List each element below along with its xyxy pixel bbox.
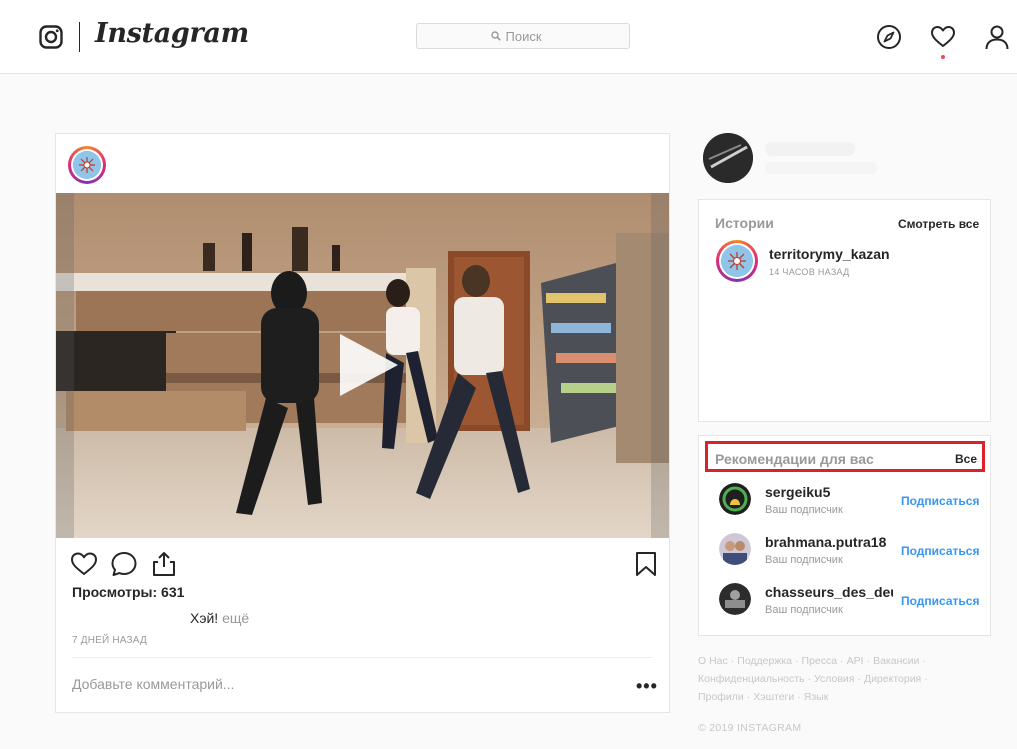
recommendation-username[interactable]: brahmana.putra18 (765, 534, 886, 550)
footer-link-language[interactable]: Язык (804, 691, 829, 703)
story-username[interactable]: territorymy_kazan (769, 246, 890, 262)
rec-avatar-image-3 (719, 583, 751, 615)
play-icon[interactable] (332, 330, 402, 400)
recommendation-subtitle: Ваш подписчик (765, 554, 843, 566)
footer-link-api[interactable]: API (847, 655, 864, 667)
follow-button[interactable]: Подписаться (901, 594, 979, 608)
post-author-avatar[interactable] (68, 146, 106, 184)
footer-link-hashtags[interactable]: Хэштеги (753, 691, 794, 703)
logo-divider (79, 22, 80, 52)
stories-title: Истории (715, 215, 774, 231)
recommendation-avatar[interactable] (719, 533, 751, 565)
person-icon[interactable] (984, 24, 1010, 50)
footer-separator: · (922, 655, 926, 667)
story-avatar-ring[interactable] (716, 240, 758, 282)
recommendations-all-link[interactable]: Все (955, 452, 977, 466)
follow-button[interactable]: Подписаться (901, 544, 979, 558)
blurred-username (765, 142, 855, 156)
bookmark-icon[interactable] (632, 550, 660, 578)
current-user-avatar[interactable] (703, 133, 753, 183)
footer-link-privacy[interactable]: Конфиденциальность (698, 673, 805, 685)
notification-dot (941, 55, 945, 59)
blurred-fullname (765, 162, 877, 174)
recommendations-card: Рекомендации для вас Все sergeiku5 Ваш п… (698, 435, 991, 636)
copyright: © 2019 INSTAGRAM (698, 722, 802, 734)
stories-card: Истории Смотреть все territorymy_kazan 1… (698, 199, 991, 422)
footer-link-jobs[interactable]: Вакансии (873, 655, 919, 667)
footer-link-support[interactable]: Поддержка (737, 655, 792, 667)
view-count[interactable]: Просмотры: 631 (72, 584, 184, 600)
post-timestamp[interactable]: 7 ДНЕЙ НАЗАД (72, 635, 147, 646)
caption-text: Хэй! (190, 610, 219, 626)
footer-link-press[interactable]: Пресса (802, 655, 838, 667)
top-navigation-bar: Instagram (0, 0, 1017, 74)
post-video[interactable] (56, 193, 669, 538)
footer-links: О Нас · Поддержка · Пресса · API · Вакансии · Кон… (698, 652, 978, 706)
story-time: 14 ЧАСОВ НАЗАД (769, 267, 850, 277)
current-user-avatar-image (703, 133, 753, 183)
recommendation-subtitle: Ваш подписчик (765, 504, 843, 516)
feed-post: Просмотры: 631 Хэй! ещё 7 ДНЕЙ НАЗАД ••• (55, 133, 670, 713)
recommendation-username[interactable]: chasseurs_des_deux_ (765, 584, 893, 600)
footer-link-terms[interactable]: Условия (814, 673, 854, 685)
rec-avatar-image-1 (719, 483, 751, 515)
search-box[interactable] (416, 23, 630, 49)
footer-separator: · (866, 655, 871, 667)
search-icon (490, 31, 501, 41)
rec-avatar-image-2 (719, 533, 751, 565)
footer-separator: · (746, 691, 751, 703)
footer-separator: · (795, 655, 799, 667)
recommendations-title: Рекомендации для вас (715, 451, 874, 467)
compass-icon[interactable] (876, 24, 902, 50)
footer-separator: · (797, 691, 801, 703)
recommendation-subtitle: Ваш подписчик (765, 604, 843, 616)
post-actions (56, 538, 669, 588)
avatar-image (73, 151, 101, 179)
comment-input[interactable] (72, 676, 592, 692)
more-link[interactable]: ещё (222, 610, 249, 626)
share-icon[interactable] (150, 550, 178, 578)
speech-bubble-icon[interactable] (110, 550, 138, 578)
stories-view-all[interactable]: Смотреть все (898, 217, 979, 231)
recommendation-avatar[interactable] (719, 583, 751, 615)
follow-button[interactable]: Подписаться (901, 494, 979, 508)
heart-icon[interactable] (930, 24, 956, 50)
story-avatar-image (721, 245, 753, 277)
recommendation-avatar[interactable] (719, 483, 751, 515)
post-caption: Хэй! ещё (190, 610, 249, 626)
footer-separator: · (924, 673, 928, 685)
search-input[interactable] (505, 28, 556, 44)
footer-separator: · (840, 655, 844, 667)
recommendation-username[interactable]: sergeiku5 (765, 484, 830, 500)
more-options-button[interactable]: ••• (636, 676, 658, 697)
footer-separator: · (807, 673, 812, 685)
footer-link-about[interactable]: О Нас (698, 655, 728, 667)
instagram-wordmark[interactable]: Instagram (95, 18, 249, 49)
footer-link-directory[interactable]: Директория (864, 673, 921, 685)
footer-separator: · (730, 655, 735, 667)
heart-outline-icon[interactable] (70, 550, 98, 578)
footer-separator: · (857, 673, 861, 685)
instagram-glyph-icon[interactable] (39, 25, 63, 49)
footer-link-profiles[interactable]: Профили (698, 691, 744, 703)
comment-divider (72, 657, 653, 658)
